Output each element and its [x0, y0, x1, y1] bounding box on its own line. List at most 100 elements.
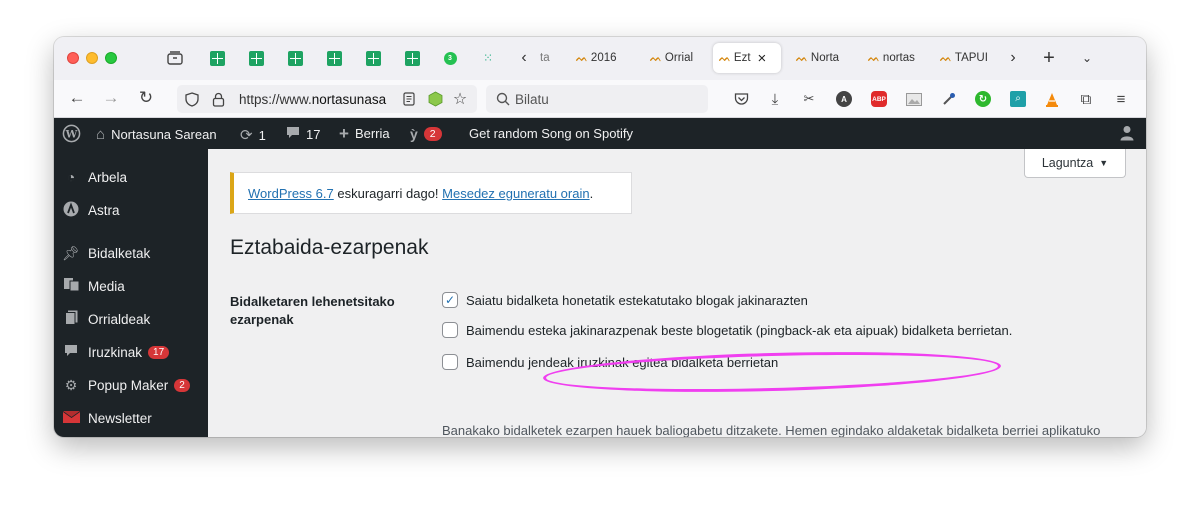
sidebar-item-popup-maker[interactable]: ⚙ Popup Maker 2 — [54, 370, 208, 400]
yoast-icon: ỳ — [410, 126, 418, 142]
a-extension-icon[interactable]: A — [835, 90, 853, 108]
sidebar-item-orrialdeak[interactable]: Orrialdeak — [54, 304, 208, 334]
list-tabs-chevron-icon[interactable]: ⌄ — [1078, 49, 1096, 67]
tab-item[interactable]: ᨓ 2016 — [570, 43, 642, 73]
sidebar-item-media[interactable]: Media — [54, 271, 208, 301]
tab-label: TAPUI — [954, 52, 988, 64]
pinned-sheets-tab-icon[interactable] — [210, 51, 225, 66]
reader-view-icon[interactable] — [400, 90, 418, 108]
pocket-icon[interactable] — [732, 90, 750, 108]
nortasuna-icon: ᨓ — [719, 52, 731, 64]
url-bar[interactable]: https://www.nortasunasa ☆ — [177, 85, 477, 113]
vlc-cone-icon[interactable] — [1043, 90, 1061, 108]
allow-pingbacks-checkbox[interactable] — [442, 322, 458, 338]
forward-arrow-icon[interactable]: → — [101, 88, 121, 108]
sidebar-item-label: Arbela — [88, 169, 128, 185]
site-name-link[interactable]: ⌂ Nortasuna Sarean — [96, 126, 217, 143]
eyedropper-icon[interactable] — [940, 90, 958, 108]
lock-icon[interactable] — [209, 90, 227, 108]
pinned-sheets-tab-icon[interactable] — [288, 51, 303, 66]
sidebar-item-label: Iruzkinak — [88, 344, 143, 360]
adblock-plus-icon[interactable]: ABP — [870, 90, 888, 108]
wordpress-logo-icon[interactable]: W — [62, 124, 81, 143]
image-extension-icon[interactable] — [905, 90, 923, 108]
comment-bubble-icon — [286, 126, 300, 142]
pinned-sheets-tab-icon[interactable] — [366, 51, 381, 66]
option-allow-pingbacks[interactable]: Baimendu esteka jakinarazpenak beste blo… — [442, 322, 1012, 338]
comments-count: 17 — [306, 126, 321, 142]
app-menu-icon[interactable]: ≡ — [1112, 90, 1130, 108]
close-tab-icon[interactable]: × — [758, 50, 767, 67]
sidebar-item-label: Bidalketak — [88, 245, 151, 261]
yoast-seo-link[interactable]: ỳ 2 — [410, 126, 442, 142]
allow-comments-checkbox[interactable] — [442, 354, 458, 370]
updates-count: 1 — [258, 127, 266, 143]
plus-icon: + — [339, 124, 349, 143]
zoom-extension-icon[interactable]: ⌕ — [1009, 90, 1027, 108]
updates-link[interactable]: ⟳ 1 — [240, 126, 266, 144]
shield-icon[interactable] — [183, 90, 201, 108]
yoast-badge: 2 — [423, 127, 442, 141]
url-text[interactable]: https://www.nortasunasa — [239, 92, 399, 107]
pinned-whatsapp-tab-icon[interactable]: 3 — [441, 49, 459, 67]
pinned-sheets-tab-icon[interactable] — [249, 51, 264, 66]
notify-linked-blogs-checkbox[interactable]: ✓ — [442, 292, 458, 308]
pinned-app-tab-icon[interactable]: ⁙ — [479, 49, 497, 67]
window-maximize-button[interactable] — [105, 52, 117, 64]
page-title: Eztabaida-ezarpenak — [230, 236, 429, 259]
url-prefix: https://www. — [239, 92, 312, 107]
tab-item[interactable]: ᨓ nortas — [862, 43, 928, 73]
spotify-link[interactable]: Get random Song on Spotify — [469, 126, 633, 141]
tab-strip: 3 ⁙ ‹ ta ᨓ 2016 ᨓ Orrial ᨓ Ezt × ᨓ Norta… — [54, 37, 1146, 80]
admin-sidebar: ◔ Arbela Astra 📌︎ Bidalketak Media Orria… — [54, 149, 208, 437]
user-avatar-icon[interactable] — [1120, 125, 1134, 141]
search-placeholder: Bilatu — [515, 92, 549, 107]
tab-item-active[interactable]: ᨓ Ezt × — [713, 43, 781, 73]
sidebar-item-label: Popup Maker — [88, 377, 169, 393]
node-extension-icon[interactable] — [426, 90, 444, 108]
main-content: Laguntza ▼ WordPress 6.7 eskuragarri dag… — [208, 149, 1146, 437]
pinned-sheets-tab-icon[interactable] — [405, 51, 420, 66]
sidebar-item-iruzkinak[interactable]: Iruzkinak 17 — [54, 337, 208, 367]
screenshot-extension-icon[interactable]: ✂ — [800, 90, 818, 108]
sidebar-item-arbela[interactable]: ◔ Arbela — [54, 162, 208, 192]
sidebar-item-astra[interactable]: Astra — [54, 195, 208, 225]
tab-item[interactable]: ta — [534, 43, 556, 73]
pinned-sheets-tab-icon[interactable] — [327, 51, 342, 66]
wordpress-version-link[interactable]: WordPress 6.7 — [248, 186, 334, 201]
tab-overview-icon[interactable] — [166, 49, 184, 67]
home-icon: ⌂ — [96, 126, 106, 143]
window-minimize-button[interactable] — [86, 52, 98, 64]
downloads-icon[interactable]: ⤓ — [766, 90, 784, 108]
refresh-extension-icon[interactable]: ↻ — [974, 90, 992, 108]
scroll-tabs-right-icon[interactable]: › — [1004, 49, 1022, 67]
popup-icon: ⚙ — [64, 376, 78, 393]
search-bar[interactable]: Bilatu — [486, 85, 708, 113]
a-extension-badge: A — [836, 91, 852, 107]
sidebar-item-newsletter[interactable]: Newsletter — [54, 403, 208, 433]
new-tab-plus-icon[interactable]: + — [1040, 47, 1058, 69]
option-label: Saiatu bidalketa honetatik estekatutako … — [466, 292, 808, 308]
back-arrow-icon[interactable]: ← — [67, 88, 87, 108]
new-label: Berria — [354, 126, 390, 141]
comments-link[interactable]: 17 — [286, 126, 320, 142]
sidebar-item-label: Newsletter — [88, 410, 152, 426]
pin-icon: 📌︎ — [62, 244, 80, 261]
option-notify-linked-blogs[interactable]: ✓ Saiatu bidalketa honetatik estekatutak… — [442, 292, 808, 308]
scroll-tabs-left-icon[interactable]: ‹ — [515, 49, 533, 67]
update-now-link[interactable]: Mesedez eguneratu orain — [442, 186, 589, 201]
tab-item[interactable]: ᨓ Orrial — [644, 43, 710, 73]
tab-item[interactable]: ᨓ Norta — [790, 43, 856, 73]
bookmark-star-icon[interactable]: ☆ — [451, 90, 469, 108]
popup-badge: 2 — [174, 378, 190, 392]
new-content-link[interactable]: + Berria — [339, 124, 390, 143]
window-close-button[interactable] — [67, 52, 79, 64]
nortasuna-icon: ᨓ — [650, 52, 662, 64]
extensions-puzzle-icon[interactable]: ⧉ — [1077, 90, 1095, 108]
default-post-settings-label: Bidalketaren lehenetsitako ezarpenak — [230, 294, 395, 327]
sidebar-item-bidalketak[interactable]: 📌︎ Bidalketak — [54, 238, 208, 268]
notice-text: eskuragarri dago! — [333, 186, 443, 201]
reload-icon[interactable]: ↻ — [136, 88, 156, 108]
help-button[interactable]: Laguntza ▼ — [1024, 149, 1126, 178]
tab-item[interactable]: ᨓ TAPUI — [934, 43, 1000, 73]
